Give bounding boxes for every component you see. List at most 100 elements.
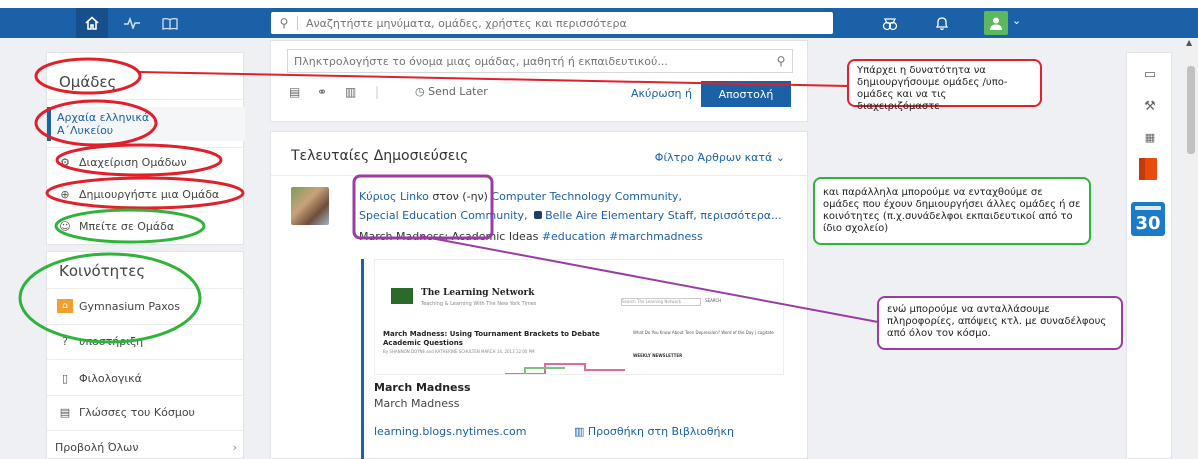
book-icon: ▯ xyxy=(61,371,69,385)
community-label: Φιλολογικά xyxy=(79,371,142,385)
create-group-label: Δημιουργήστε μια Ομάδα xyxy=(79,187,220,201)
post-header-line2: Special Education Community, Belle Aire … xyxy=(359,209,782,222)
community-link[interactable]: Special Education Community, xyxy=(359,209,528,222)
recipient-field[interactable]: ⚲ xyxy=(287,49,793,73)
learning-network-logo xyxy=(391,288,413,304)
post-author-avatar[interactable] xyxy=(291,187,329,225)
preview-source-link[interactable]: learning.blogs.nytimes.com xyxy=(374,425,526,438)
join-group-label: Μπείτε σε Ομάδα xyxy=(79,219,175,233)
post-message: March Madness: Academic Ideas #education… xyxy=(359,230,703,243)
groups-divider xyxy=(47,147,245,148)
communities-divider xyxy=(47,395,245,396)
search-divider xyxy=(297,16,298,30)
search-icon: ⚲ xyxy=(279,16,289,30)
wrench-icon[interactable]: ⚒ xyxy=(1127,99,1173,114)
communities-divider xyxy=(47,324,245,325)
help-circle-icon: ? xyxy=(62,334,68,348)
sidebar-item-world-languages[interactable]: ▤ Γλώσσες του Κόσμου xyxy=(47,403,245,421)
plus-circle-icon: ⊕ xyxy=(60,187,70,201)
sidebar-item-ancient-greek-group[interactable]: Αρχαία ελληνικά Α΄Λυκείου xyxy=(47,107,245,141)
annotation-note-purple: ενώ μπορούμε να ανταλλάσουμε πληροφορίες… xyxy=(877,296,1123,350)
preview-search-button: SEARCH xyxy=(705,298,722,303)
group-item-line1: Αρχαία ελληνικά xyxy=(57,111,150,124)
add-to-library-label: Προσθήκη στη Βιβλιοθήκη xyxy=(587,425,734,438)
preview-byline: By SHANNON DOYNE and KATHERINE SCHULTEN … xyxy=(383,349,535,354)
filter-posts-dropdown[interactable]: Φίλτρο Άρθρων κατά ⌄ xyxy=(655,151,785,164)
group-icon xyxy=(534,211,543,219)
sidebar-item-support[interactable]: ? υποστήριξη xyxy=(47,332,245,350)
backpack-icon[interactable] xyxy=(878,11,902,35)
manage-groups-label: Διαχείριση Ομάδων xyxy=(79,155,187,169)
community-label: υποστήριξη xyxy=(79,334,144,348)
clock-icon: ◷ xyxy=(415,85,425,98)
global-search-input[interactable] xyxy=(306,16,833,30)
communities-panel: Κοινότητες ⌂ Gymnasium Paxos ? υποστήριξ… xyxy=(46,251,245,459)
manage-groups-link[interactable]: ⚙ Διαχείριση Ομάδων xyxy=(47,153,245,171)
send-later-button[interactable]: ◷ Send Later xyxy=(415,85,488,98)
global-search[interactable]: ⚲ xyxy=(271,12,833,34)
community-label: Gymnasium Paxos xyxy=(79,299,180,313)
link-icon[interactable]: ⚭ xyxy=(317,85,327,99)
chevron-down-icon: ⌄ xyxy=(775,151,785,164)
post-message-text: March Madness: Academic Ideas xyxy=(359,230,539,243)
link-preview-image[interactable]: The Learning Network Teaching & Learning… xyxy=(374,259,784,375)
groups-title: Ομάδες xyxy=(59,73,117,91)
hashtag-link[interactable]: #education xyxy=(542,230,606,243)
sidebar-item-gymnasium-paxos[interactable]: ⌂ Gymnasium Paxos xyxy=(47,297,245,315)
communities-title: Κοινότητες xyxy=(59,262,146,280)
chevron-down-icon[interactable]: ⌄ xyxy=(1012,14,1021,27)
create-group-link[interactable]: ⊕ Δημιουργήστε μια Ομάδα xyxy=(47,185,245,203)
user-avatar-button[interactable] xyxy=(984,11,1008,35)
scroll-up-arrow[interactable]: ▲ xyxy=(1186,38,1192,47)
communities-divider xyxy=(47,359,245,360)
library-icon: ▥ xyxy=(574,425,588,438)
sidebar-item-philology[interactable]: ▯ Φιλολογικά xyxy=(47,369,245,387)
more-recipients-link[interactable]: περισσότερα... xyxy=(700,209,781,222)
right-app-rail: ▭ ⚒ ▦ xyxy=(1126,52,1172,459)
library-icon[interactable]: ▥ xyxy=(345,85,356,99)
recipient-input[interactable] xyxy=(288,54,770,68)
backpack-app-icon[interactable]: ▭ xyxy=(1127,67,1173,82)
join-group-link[interactable]: ☺ Μπείτε σε Ομάδα xyxy=(47,217,245,235)
library-icon[interactable] xyxy=(156,11,184,35)
link-preview-card: The Learning Network Teaching & Learning… xyxy=(361,259,784,459)
add-to-library-link[interactable]: ▥ Προσθήκη στη Βιβλιοθήκη xyxy=(574,425,734,438)
annotation-note-green: και παράλληλα μπορούμε να ενταχθούμε σε … xyxy=(813,177,1091,245)
community-link[interactable]: Computer Technology Community, xyxy=(491,190,681,203)
preview-search-box: Search The Learning Network xyxy=(621,298,701,306)
posts-divider xyxy=(271,175,809,176)
post-header-line1: Κύριος Linko στον (-ην) Computer Technol… xyxy=(359,190,682,203)
latest-posts-panel: Τελευταίες Δημοσιεύσεις Φίλτρο Άρθρων κα… xyxy=(270,131,809,459)
notifications-bell-icon[interactable] xyxy=(930,11,954,35)
annotation-note-red: Υπάρχει η δυνατότητα να δημιουργήσουμε ο… xyxy=(847,59,1042,112)
groups-panel: Ομάδες Αρχαία ελληνικά Α΄Λυκείου ⚙ Διαχε… xyxy=(46,52,245,245)
send-button[interactable]: Αποστολή xyxy=(701,81,791,107)
posts-title: Τελευταίες Δημοσιεύσεις xyxy=(291,148,469,164)
community-link[interactable]: Belle Aire Elementary Staff, xyxy=(545,209,697,222)
preview-site-name: The Learning Network xyxy=(421,288,535,298)
hashtag-link[interactable]: #marchmadness xyxy=(609,230,703,243)
view-all-communities-link[interactable]: Προβολή Όλων › xyxy=(47,438,245,456)
chat-bubble-icon: ▤ xyxy=(59,405,71,419)
office-365-icon[interactable] xyxy=(1132,153,1164,185)
top-strip xyxy=(0,0,1198,8)
calendar-icon[interactable]: 30 xyxy=(1131,202,1165,236)
communities-divider xyxy=(47,430,245,431)
preview-description: March Madness xyxy=(374,397,460,410)
cancel-link[interactable]: Ακύρωση ή xyxy=(631,87,692,100)
activity-icon[interactable] xyxy=(118,11,146,35)
scrollbar-thumb[interactable] xyxy=(1187,66,1195,154)
compose-panel: ⚲ ▤ ⚭ ▥ | ◷ Send Later Ακύρωση ή Αποστολ… xyxy=(270,40,808,122)
people-icon: ☺ xyxy=(59,219,71,233)
note-icon[interactable]: ▤ xyxy=(289,85,300,99)
gear-icon: ⚙ xyxy=(60,155,70,169)
preview-title: March Madness xyxy=(374,381,471,394)
preview-newsletter: WEEKLY NEWSLETTER xyxy=(633,353,683,358)
groups-divider xyxy=(47,99,245,100)
bracket-graphic xyxy=(505,363,625,374)
home-icon[interactable] xyxy=(76,8,108,38)
apps-grid-icon[interactable]: ▦ xyxy=(1127,131,1173,144)
view-all-label: Προβολή Όλων xyxy=(55,440,139,454)
post-to-word: στον (-ην) xyxy=(432,190,488,203)
post-author-link[interactable]: Κύριος Linko xyxy=(359,190,429,203)
